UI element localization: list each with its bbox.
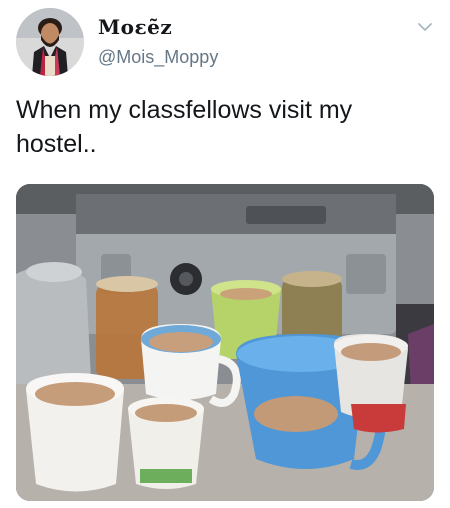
chevron-down-icon[interactable] [416,18,434,36]
user-info: Moεẽz @Mois_Moppy [98,14,218,68]
tweet-text: When my classfellows visit my hostel.. [16,96,353,158]
avatar-image [16,8,84,76]
user-handle[interactable]: @Mois_Moppy [98,46,218,68]
display-name[interactable]: Moεẽz [98,14,218,40]
display-name-text: Moεẽz [98,15,173,39]
photo-tea-cups [16,184,434,501]
tweet-header: Moεẽz @Mois_Moppy [16,8,434,80]
tweet-media-photo[interactable] [16,184,434,501]
avatar[interactable] [16,8,84,76]
tweet-card: Moεẽz @Mois_Moppy When my classfellows v… [0,0,450,508]
